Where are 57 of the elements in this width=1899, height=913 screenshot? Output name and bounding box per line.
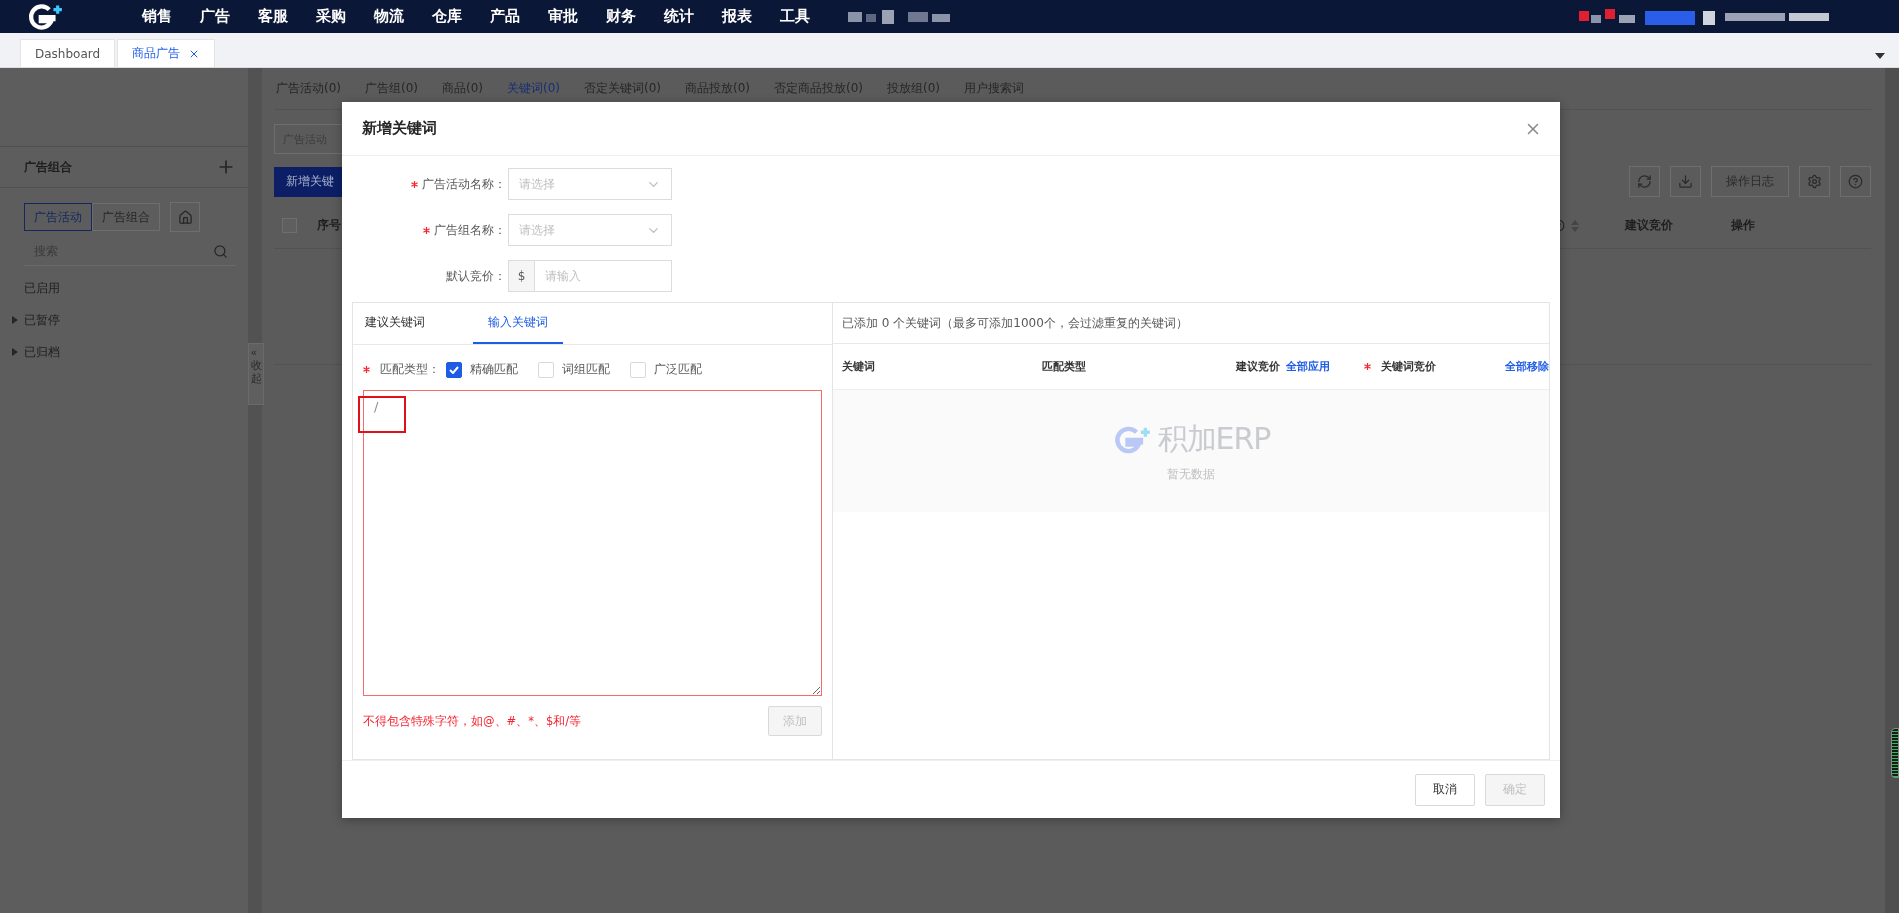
refresh-icon xyxy=(1637,174,1652,189)
field-label: 广告组名称： xyxy=(434,222,506,237)
remove-all-link[interactable]: 全部移除 xyxy=(1505,359,1549,374)
home-button[interactable] xyxy=(170,202,200,232)
download-icon xyxy=(1678,174,1693,189)
column-header: 操作 xyxy=(1731,217,1756,234)
keyword-tab[interactable]: 建议关键词 xyxy=(361,303,451,344)
settings-icon xyxy=(1807,174,1822,189)
column-header: 关键词 xyxy=(842,359,875,374)
bid-input-field[interactable]: $ 请输入 xyxy=(508,260,672,292)
nav-menu-item[interactable]: 审批 xyxy=(548,7,606,26)
nav-menu-item[interactable]: 物流 xyxy=(374,7,432,26)
dialog-button[interactable]: 取消 xyxy=(1415,773,1475,806)
settings-button[interactable] xyxy=(1799,166,1830,197)
search-icon[interactable] xyxy=(213,244,228,259)
nav-menu-item[interactable]: 报表 xyxy=(722,7,780,26)
added-summary: 已添加 0 个关键词（最多可添加1000个，会过滤重复的关键词） xyxy=(833,303,1549,344)
nav-menu-item[interactable]: 销售 xyxy=(142,7,200,26)
match-type-label: 匹配类型： xyxy=(380,361,440,378)
keyword-tab[interactable]: 输入关键词 xyxy=(473,303,563,344)
field-label: 广告活动名称： xyxy=(422,176,506,191)
dropdown-caret-icon[interactable] xyxy=(1875,53,1885,59)
nav-menu-item[interactable]: 仓库 xyxy=(432,7,490,26)
sidebar-title: 广告组合 xyxy=(24,158,72,176)
checkbox-label[interactable]: 广泛匹配 xyxy=(654,361,702,378)
checkbox[interactable] xyxy=(446,361,462,378)
column-header: 建议竞价 xyxy=(1236,359,1280,374)
column-header: 建议竞价 xyxy=(1625,217,1674,234)
column-header: 匹配类型 xyxy=(1042,359,1086,374)
expand-arrow-icon[interactable] xyxy=(12,316,18,324)
field-label: 默认竞价： xyxy=(446,268,506,283)
keywords-input-field[interactable]: / xyxy=(363,390,822,696)
download-button[interactable] xyxy=(1670,166,1701,197)
column-header: 序号 xyxy=(317,217,342,234)
check-icon xyxy=(449,365,459,374)
home-icon xyxy=(177,209,193,225)
nav-menu-item[interactable]: 广告 xyxy=(200,7,258,26)
checkbox-label[interactable]: 词组匹配 xyxy=(562,361,610,378)
refresh-button[interactable] xyxy=(1629,166,1660,197)
apply-all-link[interactable]: 全部应用 xyxy=(1286,359,1330,374)
help-icon xyxy=(1848,174,1863,189)
page-tab[interactable]: 商品广告 xyxy=(117,39,216,67)
side-widget-icon[interactable] xyxy=(1891,728,1899,778)
page-tab[interactable]: Dashboard xyxy=(20,39,116,67)
checkbox-label[interactable]: 精确匹配 xyxy=(470,361,518,378)
dialog-title: 新增关键词 xyxy=(362,119,437,138)
logo xyxy=(26,2,64,31)
nav-menu-item[interactable]: 采购 xyxy=(316,7,374,26)
nav-menu-item[interactable]: 产品 xyxy=(490,7,548,26)
expand-arrow-icon[interactable] xyxy=(12,348,18,356)
nav-menu-item[interactable]: 工具 xyxy=(780,7,838,26)
nav-menu-item[interactable]: 客服 xyxy=(258,7,316,26)
nav-menu-item[interactable]: 统计 xyxy=(664,7,722,26)
help-button[interactable] xyxy=(1840,166,1871,197)
error-message: 不得包含特殊字符，如@、#、*、$和/等 xyxy=(363,713,582,729)
nav-menu-item[interactable]: 财务 xyxy=(606,7,664,26)
column-header: 关键词竞价 xyxy=(1381,359,1436,374)
